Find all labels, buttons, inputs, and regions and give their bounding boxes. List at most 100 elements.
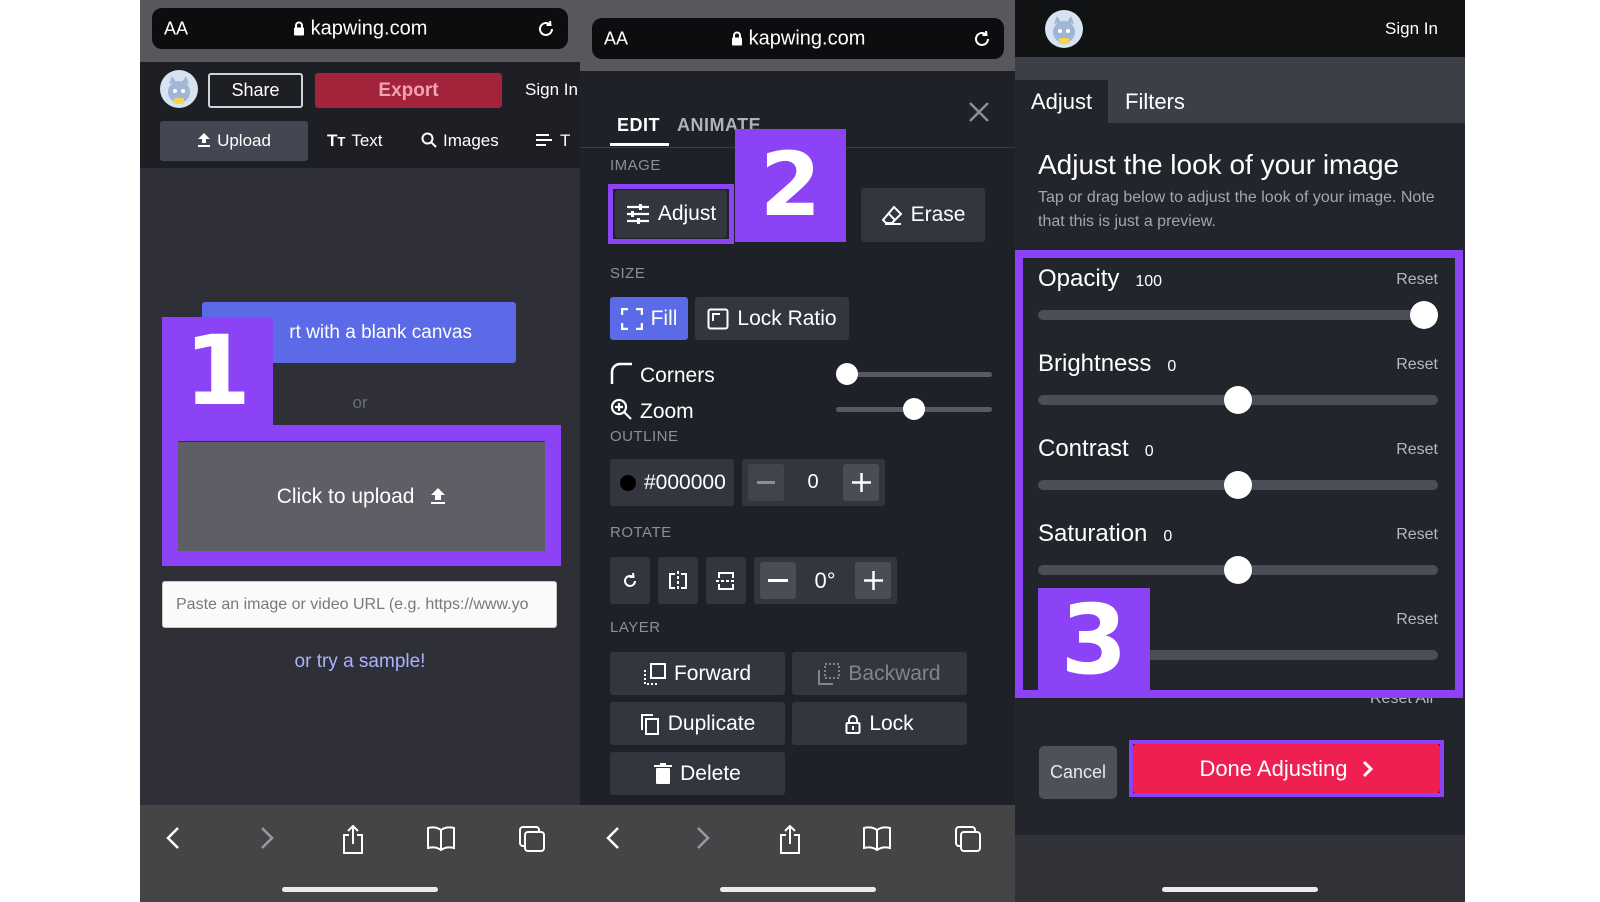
flip-vertical-button[interactable]: [706, 557, 746, 604]
text-icon: TT: [327, 131, 346, 150]
lock-icon: [731, 30, 743, 46]
or-divider: or: [352, 393, 368, 412]
send-backward-icon: [818, 662, 841, 685]
expand-icon: [620, 307, 643, 330]
bookmarks-icon[interactable]: [426, 825, 456, 851]
corners-slider-track: [836, 372, 992, 377]
forward-button[interactable]: Forward: [610, 652, 785, 695]
increment-button[interactable]: [843, 464, 879, 501]
done-adjusting-button[interactable]: Done Adjusting: [1133, 744, 1440, 793]
export-button[interactable]: Export: [315, 73, 502, 108]
back-icon[interactable]: [164, 825, 184, 851]
section-rotate-label: ROTATE: [610, 524, 672, 541]
fill-button[interactable]: Fill: [610, 297, 688, 340]
close-icon[interactable]: [968, 101, 990, 123]
adjust-title: Adjust the look of your image: [1038, 149, 1400, 180]
duplicate-button[interactable]: Duplicate: [610, 702, 785, 745]
bookmarks-icon[interactable]: [862, 825, 892, 851]
zoom-slider[interactable]: [836, 398, 992, 422]
address-host: kapwing.com: [592, 27, 1004, 50]
adjust-description: Tap or drag below to adjust the look of …: [1038, 189, 1435, 230]
step-callout-3: 3: [1038, 584, 1150, 696]
rotate-increment-button[interactable]: [855, 562, 891, 599]
home-indicator: [1162, 887, 1318, 892]
avatar[interactable]: [1045, 10, 1083, 48]
rotation-value[interactable]: 0°: [796, 557, 854, 604]
flip-horizontal-button[interactable]: [658, 557, 698, 604]
tabs-icon[interactable]: [954, 825, 982, 853]
media-url-input[interactable]: Paste an image or video URL (e.g. https:…: [162, 581, 557, 628]
corners-slider-knob[interactable]: [836, 363, 858, 385]
lock-icon: [845, 714, 861, 734]
tab-edit[interactable]: EDIT: [617, 115, 660, 136]
sliders-icon: [626, 203, 650, 225]
forward-icon[interactable]: [692, 825, 712, 851]
erase-button[interactable]: Erase: [861, 188, 985, 242]
zoom-slider-knob[interactable]: [903, 398, 925, 420]
address-bar[interactable]: AA kapwing.com: [592, 18, 1004, 59]
click-to-upload-button[interactable]: Click to upload: [178, 442, 545, 551]
reload-icon[interactable]: [536, 19, 556, 39]
address-bar[interactable]: AA kapwing.com: [152, 8, 568, 49]
corners-slider[interactable]: [836, 363, 992, 387]
duplicate-icon: [640, 713, 660, 735]
search-icon: [421, 132, 437, 148]
cancel-button[interactable]: Cancel: [1039, 746, 1117, 799]
eraser-icon: [881, 205, 903, 225]
tab-text[interactable]: TT Text: [327, 131, 383, 151]
list-icon: [536, 133, 552, 147]
tab-more[interactable]: T: [536, 131, 570, 151]
forward-icon[interactable]: [256, 825, 276, 851]
tab-adjust[interactable]: Adjust: [1015, 80, 1108, 123]
bring-forward-icon: [643, 662, 666, 685]
flip-horizontal-icon: [668, 570, 688, 592]
sign-in-link[interactable]: Sign In: [1385, 19, 1438, 39]
section-image-label: IMAGE: [610, 157, 661, 174]
outline-color-button[interactable]: #000000: [610, 459, 734, 506]
tabs-icon[interactable]: [518, 825, 546, 853]
share-button[interactable]: Share: [208, 73, 303, 108]
zoom-row: Zoom: [610, 398, 694, 424]
rotate-decrement-button[interactable]: [760, 562, 796, 599]
upload-icon: [197, 132, 211, 148]
try-sample-link[interactable]: or try a sample!: [140, 651, 580, 673]
aspect-ratio-icon: [707, 308, 729, 330]
lock-ratio-button[interactable]: Lock Ratio: [695, 297, 849, 340]
upload-arrow-icon: [430, 487, 446, 505]
rotation-stepper: 0°: [754, 557, 897, 604]
section-layer-label: LAYER: [610, 619, 661, 636]
home-indicator: [720, 887, 876, 892]
backward-button[interactable]: Backward: [792, 652, 967, 695]
lock-button[interactable]: Lock: [792, 702, 967, 745]
tab-upload[interactable]: Upload: [160, 121, 308, 161]
safari-bottom-toolbar: [580, 805, 1015, 902]
avatar[interactable]: [160, 70, 198, 108]
screen-edit: AA kapwing.com EDIT ANIMATE IMAGE Adjust…: [580, 0, 1015, 902]
section-outline-label: OUTLINE: [610, 428, 679, 445]
share-icon[interactable]: [340, 825, 366, 855]
back-icon[interactable]: [604, 825, 624, 851]
adjust-button[interactable]: Adjust: [615, 190, 727, 238]
reload-icon[interactable]: [972, 29, 992, 49]
corners-row: Corners: [610, 362, 715, 388]
trash-icon: [654, 762, 673, 785]
share-icon[interactable]: [777, 825, 803, 855]
tab-filters[interactable]: Filters: [1125, 80, 1185, 123]
active-tab-underline: [610, 143, 669, 146]
step-callout-2: 2: [735, 129, 846, 242]
sign-in-link[interactable]: Sign In: [525, 80, 578, 100]
outline-width-stepper: 0: [742, 459, 885, 506]
delete-button[interactable]: Delete: [610, 752, 785, 795]
decrement-button[interactable]: [748, 464, 784, 501]
screen-upload: AA kapwing.com Share Export Sign In Uplo…: [140, 0, 580, 902]
tab-images[interactable]: Images: [421, 131, 499, 151]
bottom-bar: [1015, 835, 1465, 902]
color-swatch: [620, 474, 636, 491]
rotate-button[interactable]: [610, 557, 650, 604]
corner-icon: [610, 362, 632, 384]
zoom-icon: [610, 398, 632, 420]
rotate-icon: [620, 571, 640, 591]
address-host: kapwing.com: [152, 17, 568, 40]
outline-width-value[interactable]: 0: [784, 459, 842, 506]
home-indicator: [282, 887, 438, 892]
